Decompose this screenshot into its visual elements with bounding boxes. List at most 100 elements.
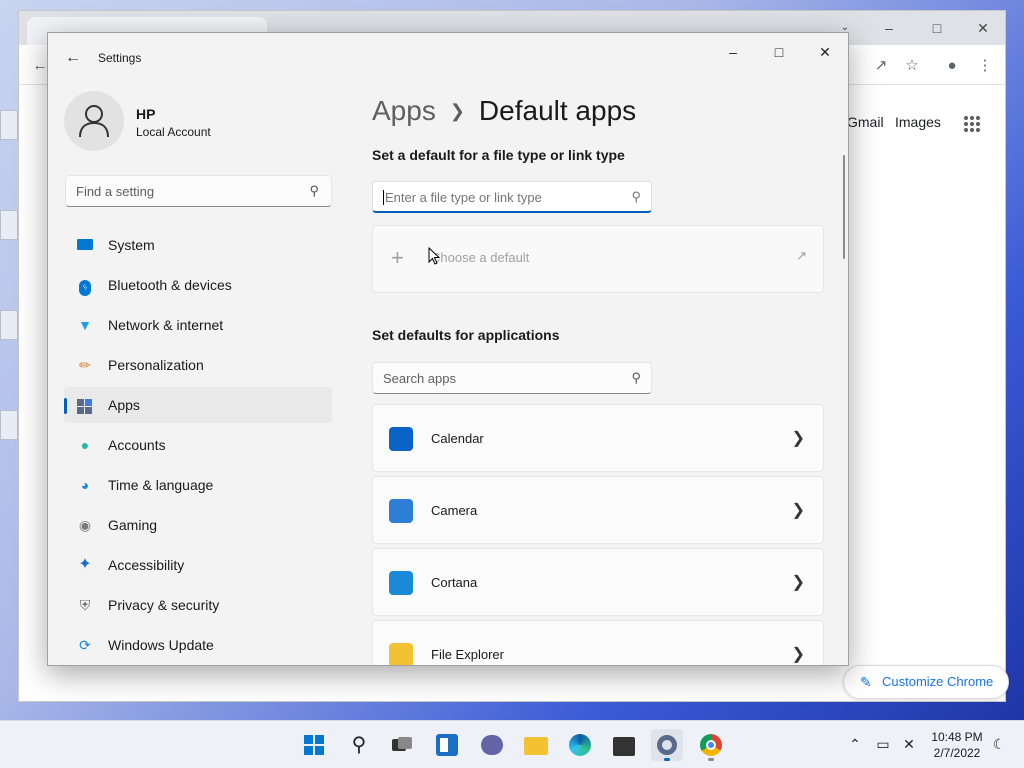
task-view-icon[interactable]	[386, 729, 418, 761]
chrome-icon[interactable]	[695, 729, 727, 761]
sidebar-item-label: Accessibility	[108, 557, 185, 573]
clock[interactable]: 10:48 PM 2/7/2022	[926, 729, 988, 761]
customize-chrome-button[interactable]: ✎ Customize Chrome	[843, 665, 1009, 699]
selection-indicator	[64, 398, 67, 414]
minimize-icon[interactable]: –	[875, 17, 903, 39]
sidebar-item-label: Privacy & security	[108, 597, 220, 613]
sidebar-item-windows-update[interactable]: ⟳ Windows Update	[64, 627, 332, 663]
desktop-icon[interactable]	[0, 210, 18, 240]
search-icon: ⚲	[309, 183, 319, 198]
folder-icon	[389, 643, 413, 665]
sidebar-item-network[interactable]: ▼ Network & internet	[64, 307, 332, 343]
settings-window: ← Settings – □ ✕ HP Local Account Find a…	[47, 32, 849, 666]
chevron-right-icon: ❯	[791, 430, 805, 447]
back-icon[interactable]: ←	[62, 47, 84, 69]
text-caret	[383, 190, 384, 205]
settings-icon[interactable]	[651, 729, 683, 761]
notifications-icon[interactable]: ☾	[990, 735, 1008, 753]
search-apps-input[interactable]: Search apps ⚲	[372, 362, 652, 394]
plus-icon: +	[391, 245, 404, 270]
widgets-icon[interactable]	[431, 729, 463, 761]
sidebar-item-bluetooth[interactable]: ᛃ Bluetooth & devices	[64, 267, 332, 303]
maximize-icon[interactable]: □	[923, 17, 951, 39]
gamepad-icon: ◉	[78, 517, 92, 533]
app-list: Calendar ❯ Camera ❯ Cortana ❯ File Explo…	[372, 404, 824, 665]
edge-icon[interactable]	[564, 729, 596, 761]
avatar[interactable]	[64, 91, 124, 151]
sidebar-item-system[interactable]: System	[64, 227, 332, 263]
sidebar-item-label: Bluetooth & devices	[108, 277, 232, 293]
pencil-icon: ✎	[860, 674, 872, 690]
search-icon[interactable]: ⚲	[343, 729, 375, 761]
start-icon[interactable]	[298, 729, 330, 761]
sidebar-item-label: Personalization	[108, 357, 204, 373]
sidebar-item-label: Windows Update	[108, 637, 214, 653]
filetype-placeholder: Enter a file type or link type	[385, 190, 542, 205]
images-link[interactable]: Images	[895, 114, 941, 130]
sidebar-item-accounts[interactable]: ● Accounts	[64, 427, 332, 463]
chevron-right-icon: ❯	[449, 101, 465, 121]
app-row-cortana[interactable]: Cortana ❯	[372, 548, 824, 616]
app-row-calendar[interactable]: Calendar ❯	[372, 404, 824, 472]
chevron-up-icon[interactable]: ⌃	[846, 735, 864, 753]
shield-icon: ⛨	[79, 597, 91, 613]
search-icon: ⚲	[631, 370, 641, 385]
star-icon[interactable]: ☆	[901, 55, 923, 77]
customize-chrome-label: Customize Chrome	[882, 674, 994, 689]
page-title: Default apps	[478, 95, 637, 126]
scrollbar[interactable]	[843, 155, 845, 259]
file-explorer-icon[interactable]	[520, 729, 552, 761]
minimize-icon[interactable]: –	[710, 37, 756, 67]
more-icon[interactable]: ⋮	[974, 55, 996, 77]
volume-muted-icon[interactable]: ✕	[900, 735, 918, 753]
person-icon	[79, 105, 109, 138]
person-icon: ●	[80, 437, 90, 453]
store-icon[interactable]	[608, 729, 640, 761]
sidebar-item-label: Network & internet	[108, 317, 224, 333]
apps-icon	[76, 396, 94, 414]
sidebar-item-label: Accounts	[108, 437, 166, 453]
maximize-icon[interactable]: □	[756, 37, 802, 67]
close-icon[interactable]: ✕	[969, 17, 997, 39]
update-icon: ⟳	[79, 637, 91, 653]
teams-chat-icon[interactable]	[476, 729, 508, 761]
sidebar-item-time-language[interactable]: ◕ Time & language	[64, 467, 332, 503]
mouse-cursor-icon	[428, 247, 440, 265]
search-icon: ⚲	[631, 189, 641, 204]
running-indicator	[708, 758, 714, 761]
taskbar: ⚲ ⌃ ▭ ✕ 10:48 PM 2/7/2022 ☾	[0, 720, 1024, 768]
clock-time: 10:48 PM	[931, 730, 983, 744]
profile-account-type: Local Account	[136, 125, 211, 139]
sidebar-item-gaming[interactable]: ◉ Gaming	[64, 507, 332, 543]
filetype-input[interactable]: Enter a file type or link type ⚲	[372, 181, 652, 213]
gmail-link[interactable]: Gmail	[847, 114, 884, 130]
sidebar-item-accessibility[interactable]: ✦ Accessibility	[64, 547, 332, 583]
search-apps-placeholder: Search apps	[383, 371, 456, 386]
sidebar-item-personalization[interactable]: ✏ Personalization	[64, 347, 332, 383]
globe-clock-icon: ◕	[80, 477, 90, 493]
desktop-icon[interactable]	[0, 310, 18, 340]
find-setting-input[interactable]: Find a setting ⚲	[65, 175, 332, 207]
profile-name: HP	[136, 106, 156, 122]
sidebar-item-label: Time & language	[108, 477, 214, 493]
wifi-icon: ▼	[78, 317, 92, 333]
sidebar-nav: System ᛃ Bluetooth & devices ▼ Network &…	[64, 227, 332, 665]
sidebar-item-privacy[interactable]: ⛨ Privacy & security	[64, 587, 332, 623]
network-icon[interactable]: ▭	[874, 735, 892, 753]
sidebar-item-apps[interactable]: Apps	[64, 387, 332, 423]
profile-icon[interactable]: ●	[941, 55, 963, 77]
bluetooth-icon: ᛃ	[76, 276, 94, 296]
sidebar-item-label: Apps	[108, 397, 140, 413]
app-row-camera[interactable]: Camera ❯	[372, 476, 824, 544]
google-apps-icon[interactable]	[963, 115, 981, 133]
system-icon	[76, 236, 94, 254]
desktop-icon[interactable]	[0, 410, 18, 440]
close-icon[interactable]: ✕	[802, 37, 848, 67]
app-name: Cortana	[431, 575, 478, 590]
accessibility-icon: ✦	[78, 556, 92, 573]
desktop-icon[interactable]	[0, 110, 18, 140]
cortana-icon	[389, 571, 413, 595]
share-icon[interactable]: ↗	[870, 55, 892, 77]
app-row-file-explorer[interactable]: File Explorer ❯	[372, 620, 824, 665]
breadcrumb-parent[interactable]: Apps	[372, 95, 436, 126]
